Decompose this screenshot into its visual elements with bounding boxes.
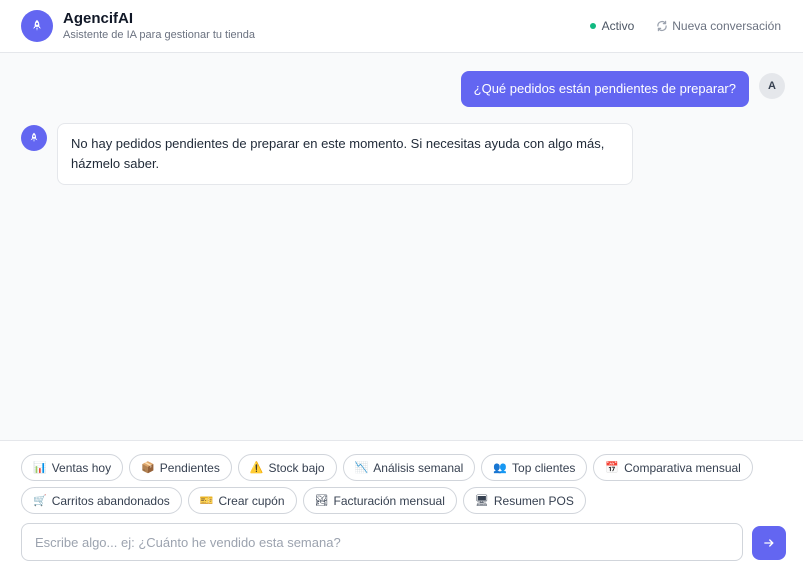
chip-label: Comparativa mensual [624,460,741,475]
app-title: AgencifAI [63,10,134,27]
chip-comparativa-mensual[interactable]: 📅 Comparativa mensual [593,454,753,481]
ticket-icon: 🎫 [199,494,214,507]
chip-label: Stock bajo [268,460,325,475]
chip-pendientes[interactable]: 📦 Pendientes [129,454,232,481]
bar-chart-icon: 📊 [33,461,47,474]
rocket-icon [30,132,38,143]
app-logo [21,10,53,42]
chip-label: Análisis semanal [373,460,464,475]
monitor-icon: 🖥 [474,494,489,507]
chip-crear-cupon[interactable]: 🎫 Crear cupón [187,487,297,514]
bot-message: No hay pedidos pendientes de preparar en… [57,123,633,185]
status-indicator: Activo [589,19,635,33]
chip-label: Pendientes [159,460,220,475]
chip-label: Facturación mensual [333,493,445,508]
bot-avatar [21,125,47,151]
cart-icon: 🛒 [33,494,47,507]
app-header: AgencifAI Asistente de IA para gestionar… [0,0,803,53]
chip-ventas-hoy[interactable]: 📊 Ventas hoy [21,454,124,481]
chat-area: ¿Qué pedidos están pendientes de prepara… [0,53,803,440]
chip-label: Top clientes [512,460,576,475]
chip-label: Ventas hoy [51,460,112,475]
calendar-icon: 📅 [605,461,620,474]
send-button[interactable] [752,526,786,560]
status-label: Activo [601,19,635,33]
chip-top-clientes[interactable]: 👥 Top clientes [481,454,588,481]
users-icon: 👥 [493,461,508,474]
chip-label: Crear cupón [218,493,285,508]
chip-label: Carritos abandonados [51,493,170,508]
chip-resumen-pos[interactable]: 🖥 Resumen POS [462,487,586,514]
warning-icon: ⚠️ [249,461,264,474]
app-subtitle: Asistente de IA para gestionar tu tienda [63,29,256,41]
status-dot [589,23,596,29]
message-input-wrapper [21,523,743,561]
user-message: ¿Qué pedidos están pendientes de prepara… [460,71,749,107]
composer-panel: 📊 Ventas hoy 📦 Pendientes ⚠️ Stock bajo … [0,440,803,566]
arrow-right-icon [764,539,774,547]
message-input[interactable] [22,524,742,560]
new-conversation-label: Nueva conversación [672,19,781,33]
chip-carritos-abandonados[interactable]: 🛒 Carritos abandonados [21,487,182,514]
chip-stock-bajo[interactable]: ⚠️ Stock bajo [237,454,337,481]
chip-analisis-semanal[interactable]: 📉 Análisis semanal [342,454,476,481]
chip-facturacion-mensual[interactable]: 🏞 Facturación mensual [302,487,457,514]
chart-down-icon: 📉 [354,461,369,474]
rocket-icon [33,19,41,31]
new-conversation-button[interactable]: Nueva conversación [656,19,781,33]
chip-label: Resumen POS [493,493,574,508]
user-avatar: A [759,73,785,99]
quick-actions: 📊 Ventas hoy 📦 Pendientes ⚠️ Stock bajo … [21,454,781,514]
package-icon: 📦 [141,461,155,474]
refresh-icon [657,20,667,32]
landscape-icon: 🏞 [314,494,329,507]
